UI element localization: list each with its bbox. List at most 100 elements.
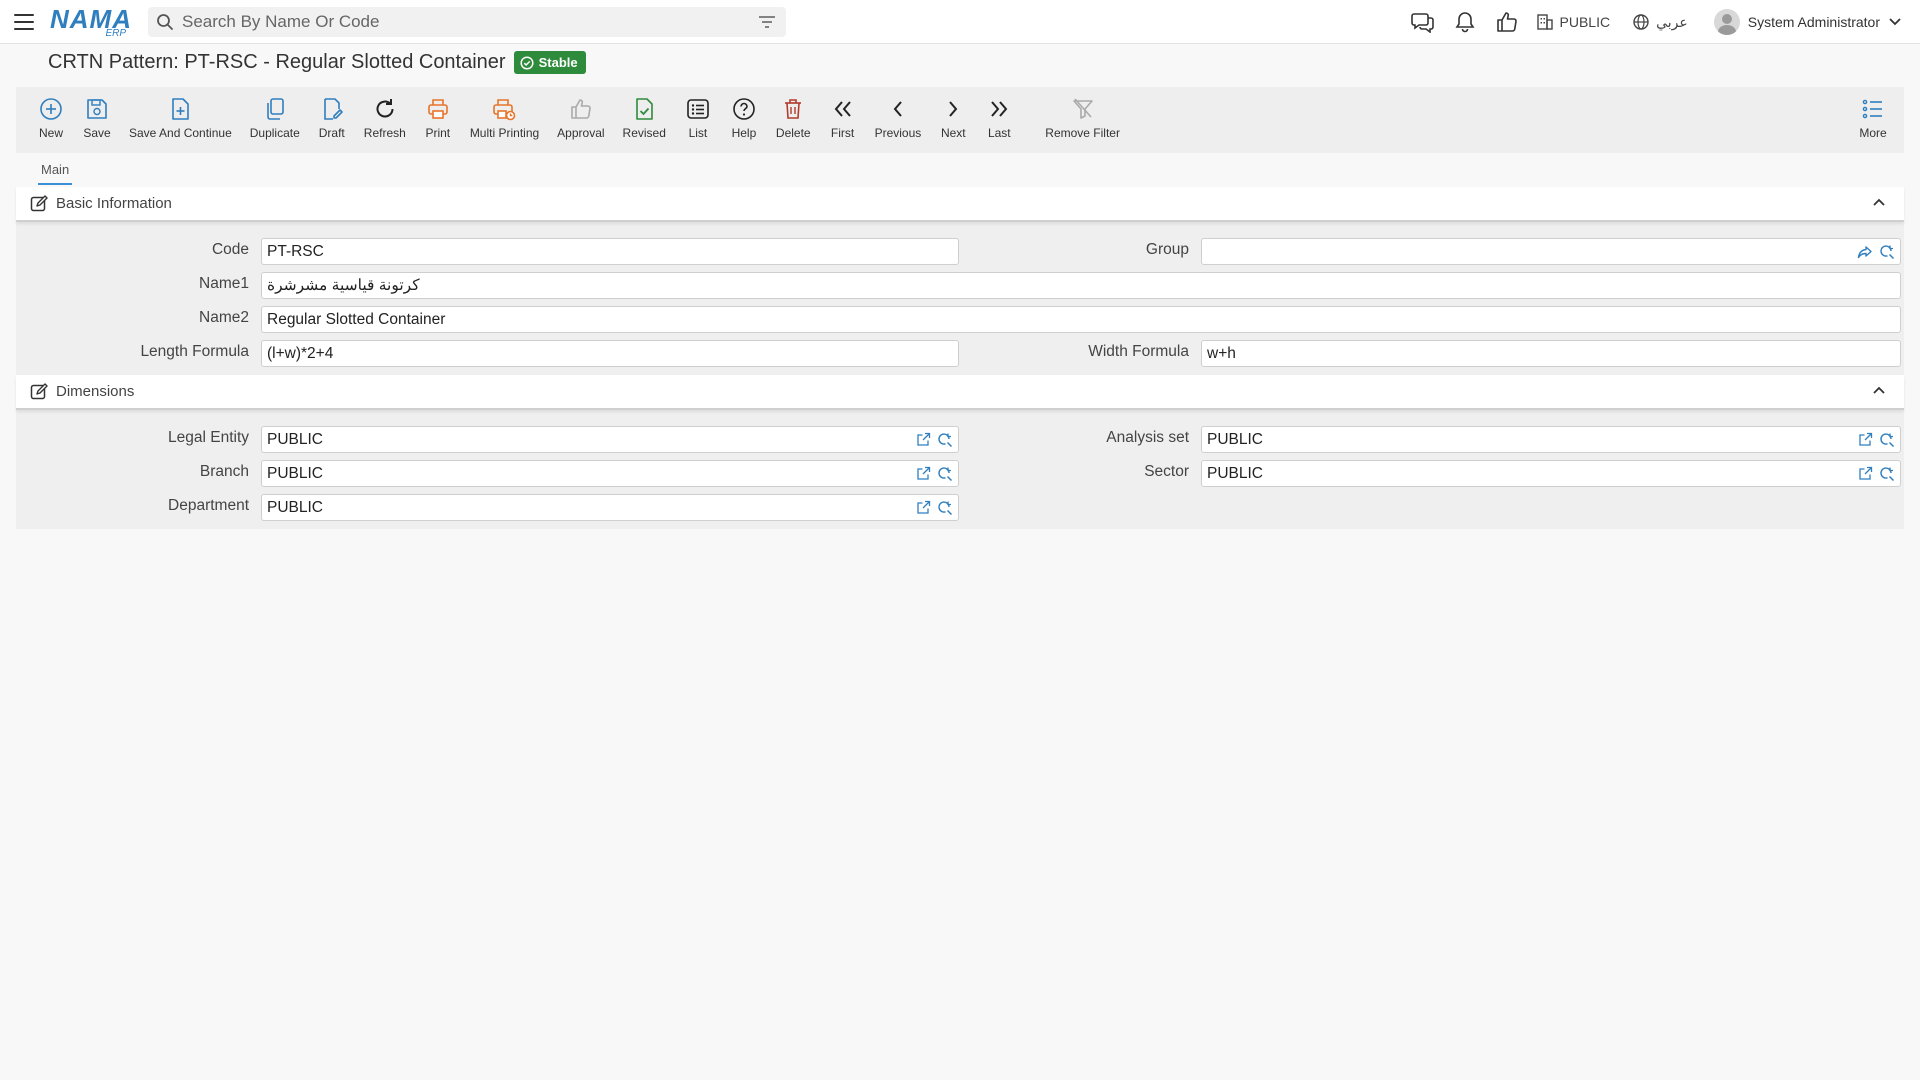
search-lookup-icon[interactable]: [937, 500, 953, 516]
revised-button[interactable]: Revised: [614, 87, 675, 140]
chevron-up-icon[interactable]: [1872, 197, 1886, 207]
branch-value: PUBLIC: [267, 464, 323, 482]
first-button[interactable]: First: [820, 87, 866, 140]
analysis-set-value: PUBLIC: [1207, 430, 1263, 448]
check-circle-icon: [520, 55, 534, 70]
filter-off-icon: [1072, 98, 1093, 119]
menu-icon[interactable]: [14, 13, 34, 30]
previous-label: Previous: [874, 126, 922, 140]
chat-icon[interactable]: [1402, 0, 1444, 44]
remove-filter-button[interactable]: Remove Filter: [1036, 87, 1129, 140]
save-and-continue-label: Save And Continue: [129, 126, 232, 140]
company-selector[interactable]: PUBLIC: [1536, 13, 1610, 31]
next-button[interactable]: Next: [930, 87, 976, 140]
save-button[interactable]: Save: [74, 87, 120, 140]
external-link-icon[interactable]: [1858, 466, 1873, 481]
analysis-set-field[interactable]: PUBLIC: [1201, 426, 1901, 453]
refresh-button[interactable]: Refresh: [355, 87, 415, 140]
edit-icon: [30, 382, 48, 399]
toolbar: New Save Save And Continue Duplicate Dra…: [16, 87, 1904, 153]
list-label: List: [688, 126, 708, 140]
code-field[interactable]: PT-RSC: [261, 238, 959, 265]
user-menu[interactable]: System Administrator: [1713, 9, 1902, 35]
tab-bar: Main: [38, 160, 73, 185]
search-lookup-icon[interactable]: [1879, 432, 1895, 448]
last-button[interactable]: Last: [976, 87, 1022, 140]
basic-information-header[interactable]: Basic Information: [16, 187, 1904, 222]
name1-field[interactable]: كرتونة قياسية مشرشرة: [261, 272, 1901, 299]
sector-value: PUBLIC: [1207, 464, 1263, 482]
help-button[interactable]: Help: [721, 87, 767, 140]
dimensions-header[interactable]: Dimensions: [16, 375, 1904, 410]
share-icon[interactable]: [1857, 245, 1873, 259]
first-label: First: [830, 126, 855, 140]
external-link-icon[interactable]: [916, 432, 931, 447]
search-input[interactable]: [182, 11, 758, 32]
new-label: New: [38, 126, 63, 140]
branch-field[interactable]: PUBLIC: [261, 460, 959, 487]
top-bar: NAMA ERP PUBLIC عربي System Administrato…: [0, 0, 1920, 44]
page-title: CRTN Pattern: PT-RSC - Regular Slotted C…: [48, 51, 506, 73]
next-label: Next: [940, 126, 966, 140]
print-button[interactable]: Print: [415, 87, 461, 140]
department-label: Department: [168, 497, 249, 514]
multi-printing-button[interactable]: Multi Printing: [461, 87, 548, 140]
refresh-label: Refresh: [363, 126, 406, 140]
save-and-continue-button[interactable]: Save And Continue: [120, 87, 241, 140]
approval-button[interactable]: Approval: [548, 87, 613, 140]
last-label: Last: [987, 126, 1011, 140]
length-formula-field[interactable]: (l+w)*2+4: [261, 340, 959, 367]
code-label: Code: [211, 241, 249, 258]
sector-field[interactable]: PUBLIC: [1201, 460, 1901, 487]
menu-list-icon: [1862, 99, 1882, 119]
copy-icon: [266, 98, 284, 120]
search-box: [148, 6, 786, 37]
name1-label: Name1: [199, 275, 249, 292]
help-icon: [733, 98, 755, 120]
search-lookup-icon[interactable]: [1879, 466, 1895, 482]
globe-icon: [1633, 14, 1649, 30]
edit-icon: [30, 194, 48, 211]
width-formula-value: w+h: [1207, 344, 1236, 362]
department-field[interactable]: PUBLIC: [261, 494, 959, 521]
legal-entity-label: Legal Entity: [168, 429, 249, 446]
duplicate-button[interactable]: Duplicate: [241, 87, 309, 140]
chevron-up-icon[interactable]: [1872, 385, 1886, 395]
user-name: System Administrator: [1747, 14, 1880, 30]
language-selector[interactable]: عربي: [1632, 13, 1688, 31]
group-field[interactable]: [1201, 238, 1901, 265]
legal-entity-field[interactable]: PUBLIC: [261, 426, 959, 453]
search-lookup-icon[interactable]: [1879, 244, 1895, 260]
draft-label: Draft: [318, 126, 345, 140]
refresh-icon: [376, 99, 394, 118]
delete-button[interactable]: Delete: [767, 87, 820, 140]
thumbs-up-icon[interactable]: [1486, 0, 1528, 44]
remove-filter-label: Remove Filter: [1045, 126, 1120, 140]
width-formula-field[interactable]: w+h: [1201, 340, 1901, 367]
more-button[interactable]: More: [1850, 87, 1896, 140]
file-plus-icon: [172, 98, 190, 120]
external-link-icon[interactable]: [1858, 432, 1873, 447]
external-link-icon[interactable]: [916, 500, 931, 515]
length-formula-label: Length Formula: [140, 343, 249, 360]
section-title: Dimensions: [56, 383, 135, 400]
app-logo[interactable]: NAMA ERP: [50, 5, 131, 39]
new-button[interactable]: New: [28, 87, 74, 140]
search-lookup-icon[interactable]: [937, 466, 953, 482]
name2-value: Regular Slotted Container: [267, 310, 446, 328]
bell-icon[interactable]: [1444, 0, 1486, 44]
department-value: PUBLIC: [267, 498, 323, 516]
status-badge: Stable: [513, 51, 586, 74]
printer-icon: [428, 99, 448, 119]
filter-icon[interactable]: [758, 15, 776, 29]
analysis-set-label: Analysis set: [1106, 429, 1189, 446]
tab-main[interactable]: Main: [38, 160, 73, 185]
search-lookup-icon[interactable]: [937, 432, 953, 448]
print-label: Print: [425, 126, 451, 140]
language-label: عربي: [1656, 13, 1688, 30]
draft-button[interactable]: Draft: [309, 87, 355, 140]
list-button[interactable]: List: [675, 87, 721, 140]
previous-button[interactable]: Previous: [866, 87, 931, 140]
external-link-icon[interactable]: [916, 466, 931, 481]
name2-field[interactable]: Regular Slotted Container: [261, 306, 1901, 333]
